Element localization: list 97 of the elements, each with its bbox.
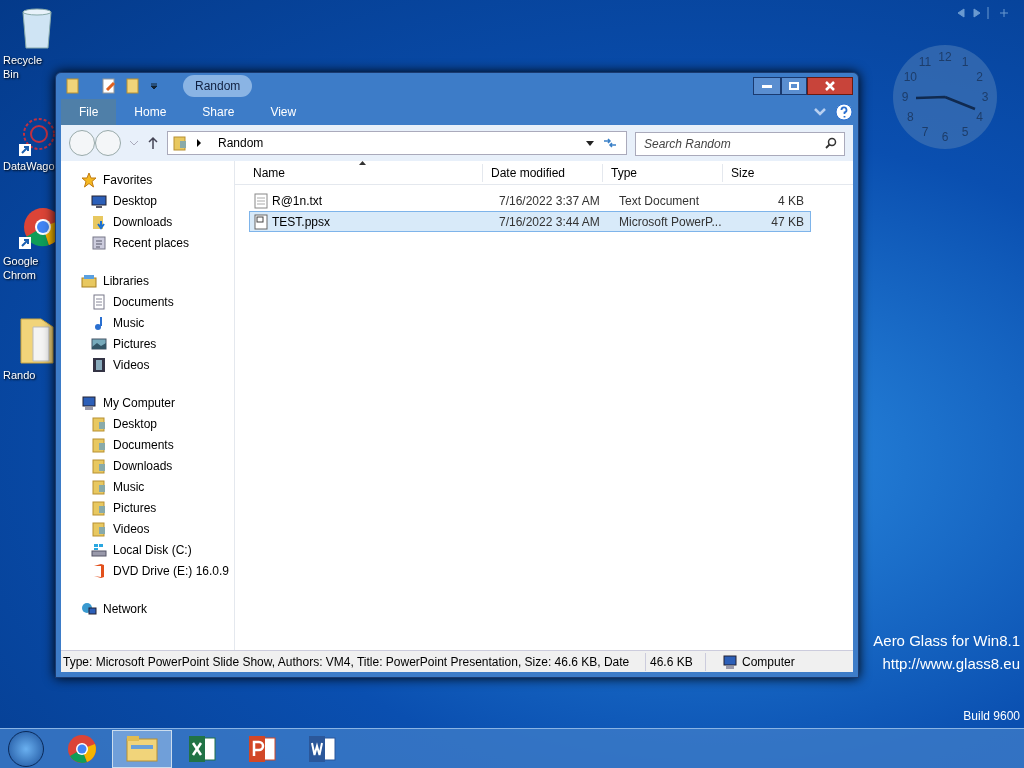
- up-arrow-icon[interactable]: [147, 136, 159, 150]
- window-title: Random: [183, 75, 253, 97]
- column-header[interactable]: Size: [722, 163, 797, 182]
- type-cell-text: Microsoft PowerP...: [618, 213, 723, 231]
- date-cell-text: 7/16/2022 3:37 AM: [498, 192, 601, 210]
- desktop-icon: [91, 192, 107, 209]
- sort-arrow-icon: [359, 161, 366, 165]
- nav-item[interactable]: Recent places: [113, 233, 190, 252]
- size-cell-text: 47 KB: [770, 213, 804, 231]
- start-button[interactable]: [8, 730, 44, 767]
- desktop-icon-label[interactable]: Recycle Bin: [3, 54, 53, 82]
- nav-item[interactable]: Music: [113, 313, 145, 332]
- ribbon-tab[interactable]: File: [61, 99, 117, 125]
- properties-icon[interactable]: [101, 78, 117, 94]
- overlay-url: http://www.glass8.eu: [882, 653, 1020, 674]
- help-icon[interactable]: [835, 103, 853, 121]
- nav-item[interactable]: Videos: [113, 519, 150, 538]
- file-name: R@1n.txt: [272, 192, 323, 210]
- build-label: Build 9600: [963, 708, 1020, 725]
- close-button[interactable]: [807, 77, 853, 95]
- breadcrumb-arrow-icon: [196, 139, 202, 147]
- overlay-title: Aero Glass for Win8.1: [873, 631, 1020, 651]
- folder-icon: [91, 520, 107, 537]
- expand-ribbon-icon[interactable]: [813, 106, 827, 118]
- file-row[interactable]: R@1n.txt 7/16/2022 3:37 AM Text Document 4 KB: [249, 190, 811, 211]
- ribbon-tab[interactable]: Home: [116, 99, 185, 125]
- nav-group-item[interactable]: Network: [103, 599, 147, 618]
- address-bar[interactable]: Random: [167, 131, 627, 155]
- library-icon: [81, 272, 97, 289]
- picture-icon: [91, 335, 107, 352]
- recycle-bin-icon: [19, 6, 55, 50]
- file-row[interactable]: TEST.ppsx 7/16/2022 3:44 AM Microsoft PowerP... 47 KB: [249, 211, 811, 232]
- computer-icon: [722, 653, 738, 670]
- nav-group-item[interactable]: Favorites: [103, 170, 153, 189]
- dropdown-icon[interactable]: [586, 140, 594, 146]
- folder-icon: [19, 316, 55, 365]
- search-icon: [825, 137, 837, 149]
- desktop-icon-label[interactable]: DataWago: [3, 159, 53, 174]
- ribbon-tab[interactable]: Share: [184, 99, 253, 125]
- nav-item[interactable]: Downloads: [113, 456, 173, 475]
- nav-item[interactable]: Music: [113, 477, 145, 496]
- new-folder-icon[interactable]: [125, 78, 141, 94]
- status-location: Computer: [742, 653, 795, 671]
- slide-file-icon: [254, 213, 268, 230]
- close-icon: [825, 81, 835, 91]
- chrome-icon: [67, 733, 97, 764]
- spreadsheet-icon: [187, 733, 217, 764]
- nav-item[interactable]: Pictures: [113, 334, 157, 353]
- folder-icon: [126, 734, 158, 763]
- network-icon: [81, 600, 97, 617]
- folder-icon: [91, 478, 107, 495]
- column-header[interactable]: Date modified: [482, 163, 602, 182]
- nav-item[interactable]: Videos: [113, 355, 150, 374]
- nav-group-item[interactable]: Libraries: [103, 271, 150, 290]
- nav-item[interactable]: Local Disk (C:): [113, 540, 192, 559]
- folder-icon: [91, 499, 107, 516]
- star-icon: [81, 171, 97, 188]
- column-header[interactable]: Type: [602, 163, 722, 182]
- nav-item[interactable]: DVD Drive (E:) 16.0.9: [113, 561, 230, 580]
- date-cell-text: 7/16/2022 3:44 AM: [498, 213, 601, 231]
- recent-icon: [91, 234, 107, 251]
- maximize-button[interactable]: [781, 77, 807, 95]
- folder-icon: [91, 436, 107, 453]
- nav-item[interactable]: Pictures: [113, 498, 157, 517]
- folder-icon[interactable]: [65, 78, 81, 94]
- desktop-icon-label[interactable]: Google Chrom: [3, 255, 53, 283]
- ribbon-tab[interactable]: View: [252, 99, 315, 125]
- nav-group-item[interactable]: My Computer: [103, 393, 176, 412]
- taskbar-button[interactable]: [112, 729, 172, 768]
- clock-drawing: 11 12 1 10 2 9 3 8 4 7 6 5: [890, 42, 1000, 152]
- download-icon: [91, 213, 107, 230]
- folder-icon: [91, 457, 107, 474]
- search-field[interactable]: Search Random: [635, 132, 845, 156]
- presentation-icon: [247, 733, 277, 764]
- file-name: TEST.ppsx: [272, 213, 331, 231]
- desktop-icon-label[interactable]: Rando: [3, 368, 36, 383]
- disk-icon: [91, 541, 107, 558]
- size-cell-text: 4 KB: [777, 192, 804, 210]
- folder-icon: [91, 415, 107, 432]
- nav-item[interactable]: Documents: [113, 435, 174, 454]
- computer-icon: [81, 394, 97, 411]
- refresh-icon[interactable]: [602, 137, 618, 149]
- minimize-button[interactable]: [753, 77, 781, 95]
- video-icon: [91, 356, 107, 373]
- nav-item[interactable]: Desktop: [113, 191, 158, 210]
- type-cell-text: Text Document: [618, 192, 701, 210]
- text-file-icon: [254, 192, 268, 209]
- document-icon: [307, 733, 337, 764]
- status-size: 46.6 KB: [645, 652, 705, 671]
- nav-item[interactable]: Downloads: [113, 212, 173, 231]
- folder-icon: [172, 135, 188, 151]
- nav-item[interactable]: Documents: [113, 292, 174, 311]
- doc-icon: [91, 293, 107, 310]
- breadcrumb-item[interactable]: Random: [218, 134, 264, 152]
- column-header[interactable]: Name: [235, 163, 482, 182]
- status-details: Type: Microsoft PowerPoint Slide Show, Authors: VM4, Title: PowerPoint Presentation, Size: 46.6 KB, Date: [62, 653, 631, 671]
- nav-item[interactable]: Desktop: [113, 414, 158, 433]
